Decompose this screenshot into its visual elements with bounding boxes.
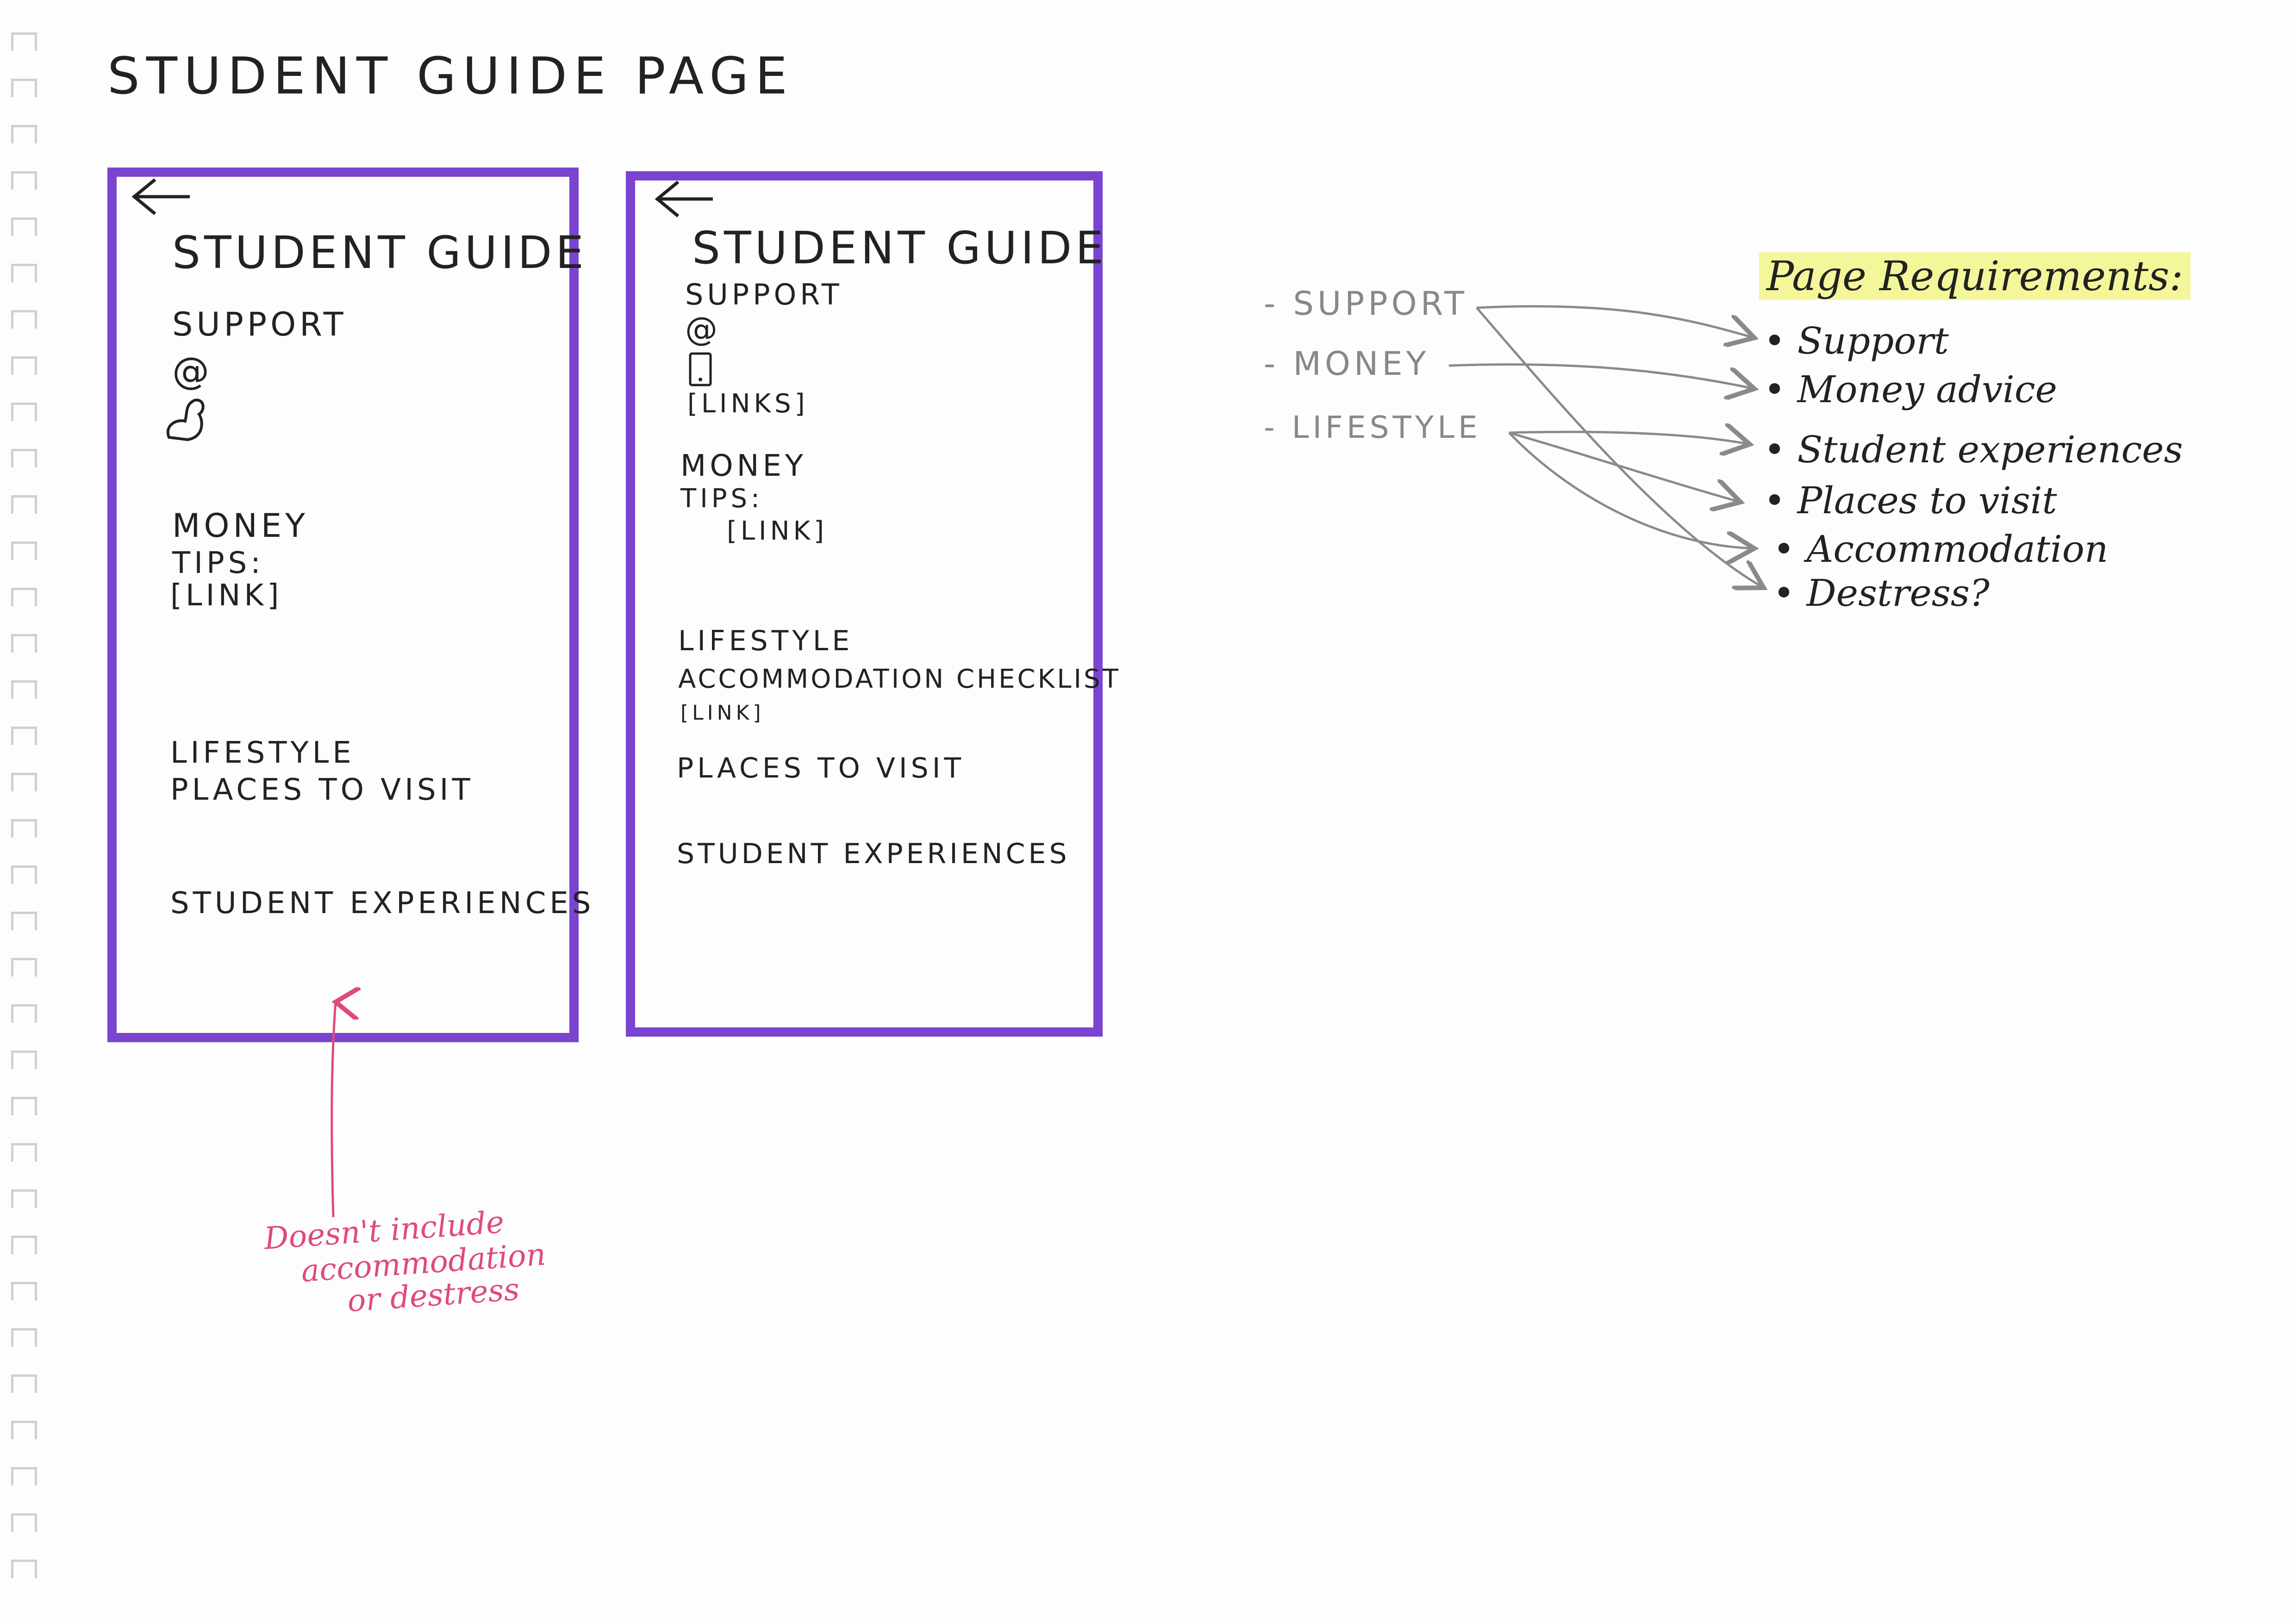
connector-overlay xyxy=(331,305,2296,1218)
connector-lifestyle-places xyxy=(1509,431,1741,502)
connector-lifestyle-accommodation xyxy=(1508,432,1754,548)
annotation-arrow xyxy=(331,1002,336,1218)
connector-support xyxy=(1476,305,1754,338)
connector-money xyxy=(1448,363,1754,389)
